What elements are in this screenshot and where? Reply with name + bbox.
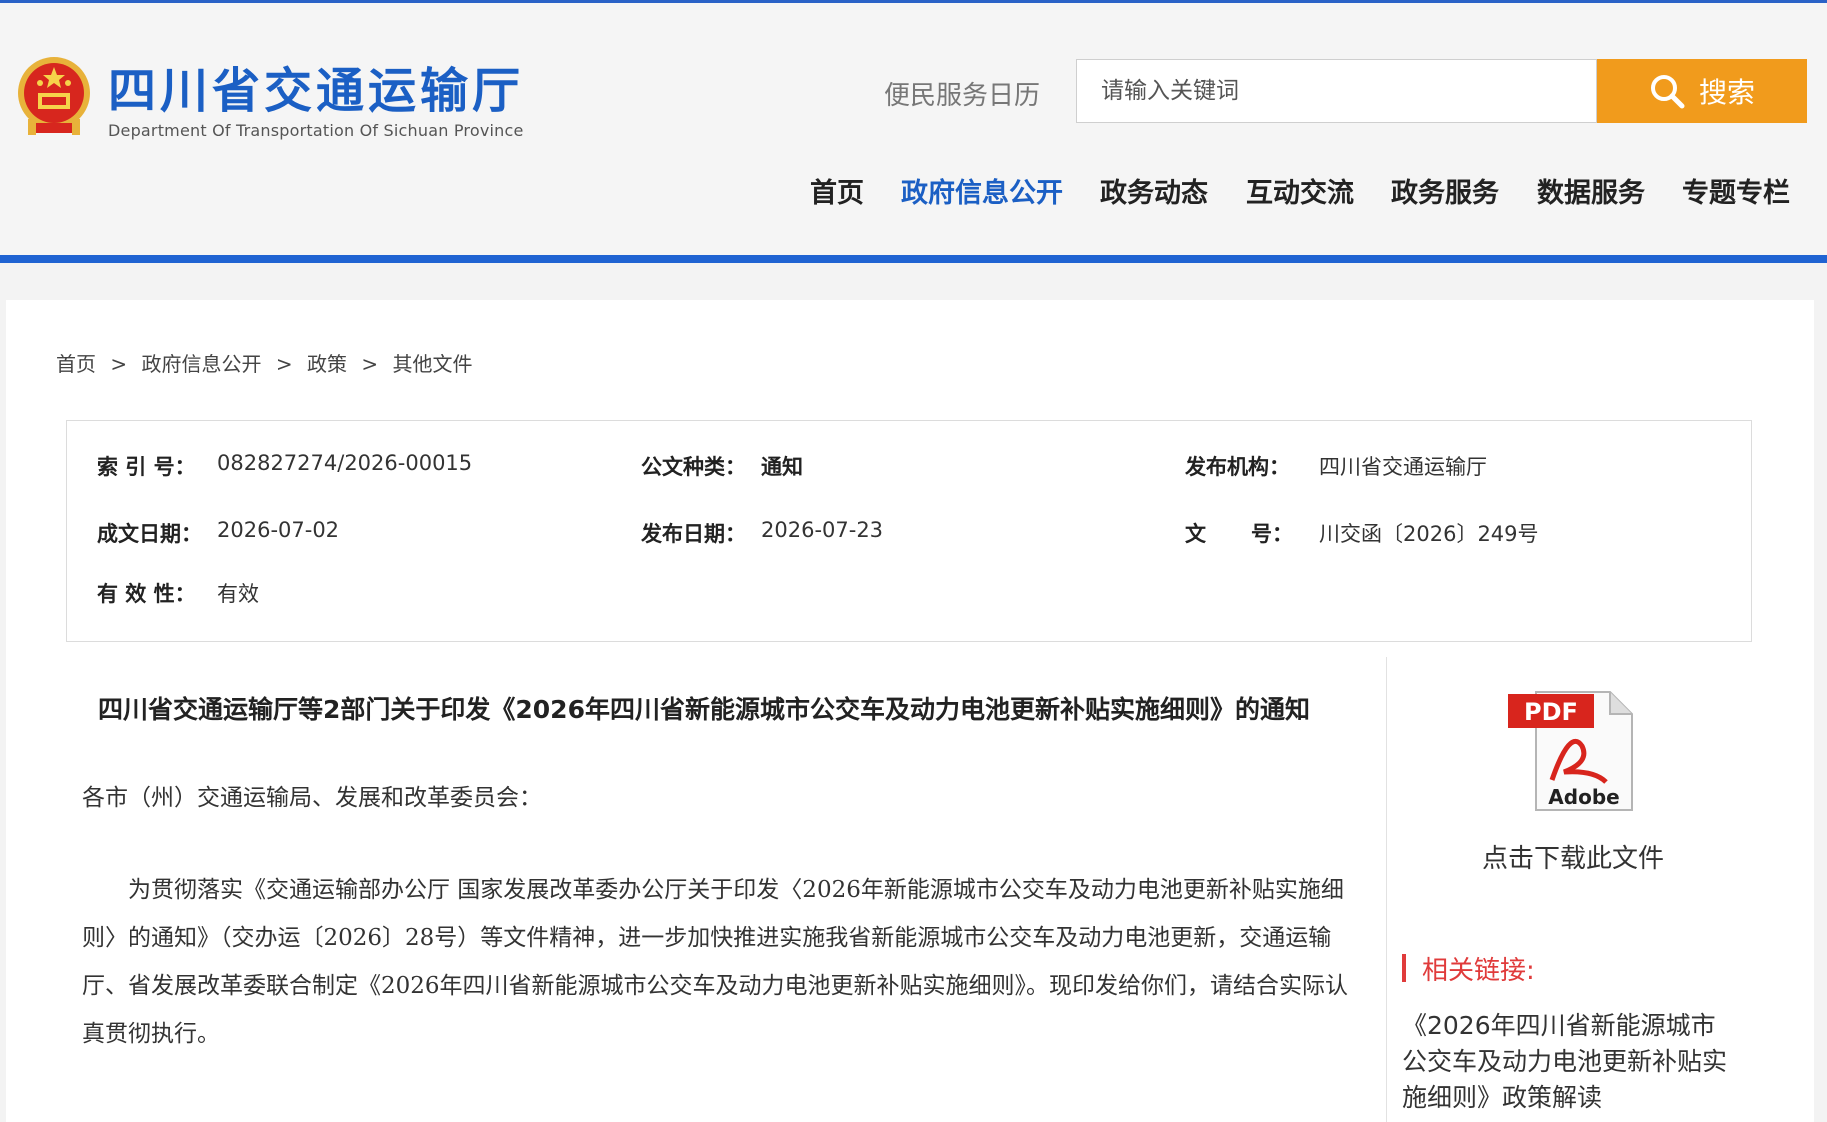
- pdf-badge-text: PDF: [1524, 698, 1578, 726]
- national-emblem-icon[interactable]: [14, 53, 94, 139]
- search-input[interactable]: [1076, 59, 1597, 123]
- nav-item-data[interactable]: 数据服务: [1537, 171, 1645, 210]
- breadcrumb: 首页 > 政府信息公开 > 政策 > 其他文件: [56, 348, 480, 377]
- meta-doc-no-value: 川交函〔2026〕249号: [1319, 522, 1539, 546]
- nav-item-home[interactable]: 首页: [810, 171, 864, 210]
- main-nav: 首页 政府信息公开 政务动态 互动交流 政务服务 数据服务 专题专栏: [0, 171, 1827, 211]
- nav-item-services[interactable]: 政务服务: [1391, 171, 1499, 210]
- meta-created-value: 2026-07-02: [217, 518, 340, 542]
- nav-item-gov-info[interactable]: 政府信息公开: [901, 171, 1063, 210]
- pdf-file-icon[interactable]: PDF Adobe: [1506, 688, 1638, 814]
- meta-published-label: 发布日期：: [641, 522, 746, 546]
- related-links-accent: [1402, 954, 1406, 982]
- breadcrumb-separator: >: [110, 352, 128, 376]
- breadcrumb-policy[interactable]: 政策: [307, 352, 347, 376]
- meta-index-label: 索 引 号：: [97, 455, 196, 479]
- document-salutation: 各市（州）交通运输局、发展和改革委员会：: [82, 785, 542, 811]
- breadcrumb-separator: >: [275, 352, 293, 376]
- nav-item-topics[interactable]: 专题专栏: [1682, 171, 1790, 210]
- meta-validity-label: 有 效 性：: [97, 582, 196, 606]
- document-paragraph: 为贯彻落实《交通运输部办公厅 国家发展改革委办公厅关于印发〈2026年新能源城市…: [82, 877, 1349, 1047]
- meta-doc-no-label: 号：: [1251, 522, 1293, 546]
- service-calendar-link[interactable]: 便民服务日历: [884, 75, 1040, 112]
- breadcrumb-gov-info[interactable]: 政府信息公开: [141, 352, 261, 376]
- download-file-link[interactable]: 点击下载此文件: [1482, 838, 1664, 875]
- related-link-policy-interpretation[interactable]: 《2026年四川省新能源城市公交车及动力电池更新补贴实施细则》政策解读: [1402, 1008, 1732, 1116]
- document-title: 四川省交通运输厅等2部门关于印发《2026年四川省新能源城市公交车及动力电池更新…: [98, 695, 1310, 724]
- main-content: 首页 > 政府信息公开 > 政策 > 其他文件 索 引 号： 082827274…: [6, 300, 1814, 1122]
- meta-issuer-value: 四川省交通运输厅: [1319, 455, 1487, 479]
- pdf-brand-text: Adobe: [1548, 785, 1619, 809]
- meta-index-value: 082827274/2026-00015: [217, 451, 473, 475]
- meta-published-value: 2026-07-23: [761, 518, 884, 542]
- search-button-label: 搜索: [1698, 76, 1755, 109]
- meta-doc-type-value: 通知: [761, 455, 803, 479]
- meta-issuer-label: 发布机构：: [1185, 455, 1290, 479]
- search-icon: [1650, 75, 1685, 109]
- site-subtitle: Department Of Transportation Of Sichuan …: [108, 121, 524, 140]
- site-header: 四川省交通运输厅 Department Of Transportation Of…: [0, 3, 1827, 255]
- meta-validity-value: 有效: [217, 582, 259, 606]
- meta-doc-no-label: 文: [1185, 522, 1206, 546]
- search-button[interactable]: 搜索: [1597, 59, 1807, 123]
- meta-doc-type-label: 公文种类：: [641, 455, 746, 479]
- nav-item-interaction[interactable]: 互动交流: [1246, 171, 1354, 210]
- breadcrumb-home[interactable]: 首页: [56, 352, 96, 376]
- breadcrumb-separator: >: [361, 352, 379, 376]
- breadcrumb-other-docs[interactable]: 其他文件: [392, 352, 472, 376]
- document-meta-box: 索 引 号： 082827274/2026-00015 公文种类： 通知 发布机…: [66, 420, 1752, 642]
- site-title: 四川省交通运输厅: [108, 63, 525, 119]
- meta-created-label: 成文日期：: [97, 522, 202, 546]
- header-divider-bar: [0, 255, 1827, 263]
- nav-item-news[interactable]: 政务动态: [1100, 171, 1208, 210]
- sidebar-divider: [1386, 657, 1387, 1122]
- related-links-title: 相关链接:: [1422, 956, 1535, 986]
